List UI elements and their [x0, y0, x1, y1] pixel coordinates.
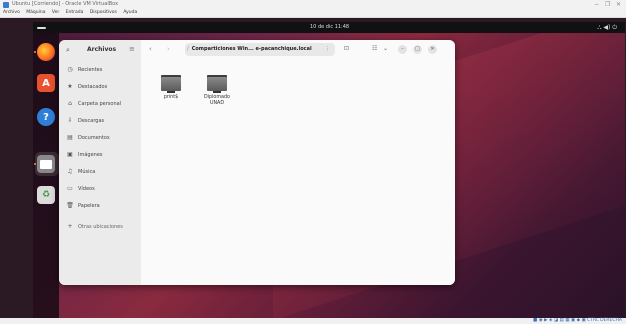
firefox-icon[interactable] [37, 43, 55, 61]
app-title: Archivos [87, 46, 117, 53]
video-icon: ▭ [67, 185, 73, 192]
document-icon: ▤ [67, 134, 73, 141]
back-button[interactable]: ‹ [149, 45, 152, 53]
path-bar[interactable]: / Comparticiones Win... e-pacanchique.loc… [185, 43, 335, 56]
sidebar-item-musica[interactable]: ♫ Música [66, 167, 95, 177]
download-icon: ⇩ [67, 117, 73, 124]
menu-archivo[interactable]: Archivo [3, 10, 20, 15]
clock[interactable]: 10 de dic 11:48 [310, 22, 349, 33]
files-icon[interactable] [37, 155, 55, 173]
dock: A ? ♻ [33, 33, 59, 318]
menu-ayuda[interactable]: Ayuda [123, 10, 137, 15]
view-toggle-icon[interactable]: ☷ [372, 45, 377, 52]
sidebar-item-label: Carpeta personal [78, 101, 122, 107]
sidebar: ⌕ Archivos ≡ ◷ Recientes ★ Destacados ⌂ Car… [59, 40, 141, 285]
path-menu-icon[interactable]: ⋮ [325, 43, 330, 56]
sidebar-item-label: Papelera [78, 203, 100, 209]
ubuntu-desktop: 10 de dic 11:48 ⛬ ◀) ⏻ A ? ♻ ⌕ Archivos … [33, 22, 625, 318]
star-icon: ★ [67, 83, 73, 90]
sidebar-item-label: Otras ubicaciones [78, 224, 123, 230]
sidebar-item-label: Destacados [78, 84, 108, 90]
gnome-topbar: 10 de dic 11:48 ⛬ ◀) ⏻ [33, 22, 625, 33]
sidebar-item-label: Recientes [78, 67, 103, 73]
virtualbox-menubar: Archivo Máquina Ver Entrada Dispositivos… [0, 9, 626, 18]
folder-item[interactable]: print$ [151, 75, 191, 101]
file-view: ‹ › / Comparticiones Win... e-pacanchique… [141, 40, 455, 285]
minimize-window-button[interactable]: – [398, 45, 407, 54]
sidebar-item-label: Documentos [78, 135, 110, 141]
folder-item[interactable]: Diplomado UNAD [197, 75, 237, 107]
software-store-icon[interactable]: A [37, 74, 55, 92]
trash-icon: 🗑 [66, 202, 74, 209]
sidebar-item-otras-ubicaciones[interactable]: + Otras ubicaciones [66, 222, 123, 232]
minimize-button[interactable]: − [594, 0, 599, 9]
header-bar: ‹ › / Comparticiones Win... e-pacanchique… [141, 40, 455, 60]
help-icon[interactable]: ? [37, 108, 55, 126]
music-icon: ♫ [67, 168, 73, 175]
running-indicator [34, 163, 36, 165]
folder-name: print$ [163, 95, 179, 100]
clock-icon: ◷ [67, 66, 73, 73]
virtualbox-logo-icon [3, 1, 9, 8]
sidebar-item-label: Imágenes [78, 152, 103, 158]
folder-name: Diplomado UNAD [204, 95, 230, 106]
running-indicator [34, 51, 36, 53]
menu-dispositivos[interactable]: Dispositivos [90, 10, 117, 15]
forward-button[interactable]: › [167, 45, 170, 53]
sidebar-item-destacados[interactable]: ★ Destacados [66, 82, 107, 92]
trash-icon[interactable]: ♻ [37, 186, 55, 204]
path-label[interactable]: Comparticiones Win... e-pacanchique.loca… [192, 46, 312, 52]
menu-ver[interactable]: Ver [52, 10, 59, 15]
files-window: ⌕ Archivos ≡ ◷ Recientes ★ Destacados ⌂ Car… [59, 40, 455, 285]
menu-maquina[interactable]: Máquina [26, 10, 45, 15]
path-separator: / [187, 46, 189, 52]
system-tray[interactable]: ⛬ ◀) ⏻ [597, 22, 617, 33]
maximize-window-button[interactable]: □ [413, 45, 422, 54]
close-button[interactable]: ✕ [616, 0, 621, 9]
sidebar-item-videos[interactable]: ▭ Vídeos [66, 184, 95, 194]
sidebar-item-label: Música [78, 169, 96, 175]
home-icon: ⌂ [68, 100, 72, 107]
chevron-down-icon[interactable]: ⌄ [383, 45, 388, 52]
host-status-bar: ■ ◉ ▶ ◈ ◪ ▤ ▦ ▣ ◆ ▣ CTRL DERECHA [0, 318, 626, 324]
host-status-icons: ■ ◉ ▶ ◈ ◪ ▤ ▦ ▣ ◆ ▣ CTRL DERECHA [533, 318, 622, 323]
hamburger-menu-icon[interactable]: ≡ [129, 45, 135, 53]
network-folder-icon [207, 75, 227, 93]
sidebar-header: ⌕ Archivos ≡ [59, 40, 141, 60]
search-icon[interactable]: ⌕ [66, 46, 70, 55]
sidebar-item-documentos[interactable]: ▤ Documentos [66, 133, 110, 143]
activities-indicator[interactable] [37, 26, 46, 29]
menu-entrada[interactable]: Entrada [66, 10, 84, 15]
sidebar-item-descargas[interactable]: ⇩ Descargas [66, 116, 104, 126]
sidebar-item-label: Vídeos [78, 186, 95, 192]
sidebar-item-recientes[interactable]: ◷ Recientes [66, 65, 102, 75]
network-folder-icon [161, 75, 181, 93]
new-folder-icon[interactable]: ⊡ [344, 45, 349, 52]
virtualbox-window-title: Ubuntu [Corriendo] - Oracle VM VirtualBo… [12, 1, 119, 7]
sidebar-item-carpeta-personal[interactable]: ⌂ Carpeta personal [66, 99, 121, 109]
sidebar-item-papelera[interactable]: 🗑 Papelera [66, 201, 100, 211]
restore-button[interactable]: ❐ [605, 0, 610, 9]
sidebar-item-imagenes[interactable]: ▣ Imágenes [66, 150, 103, 160]
plus-icon: + [67, 223, 73, 230]
virtualbox-titlebar: Ubuntu [Corriendo] - Oracle VM VirtualBo… [0, 0, 626, 9]
close-window-button[interactable]: ✕ [428, 45, 437, 54]
image-icon: ▣ [67, 151, 73, 158]
sidebar-item-label: Descargas [78, 118, 105, 124]
